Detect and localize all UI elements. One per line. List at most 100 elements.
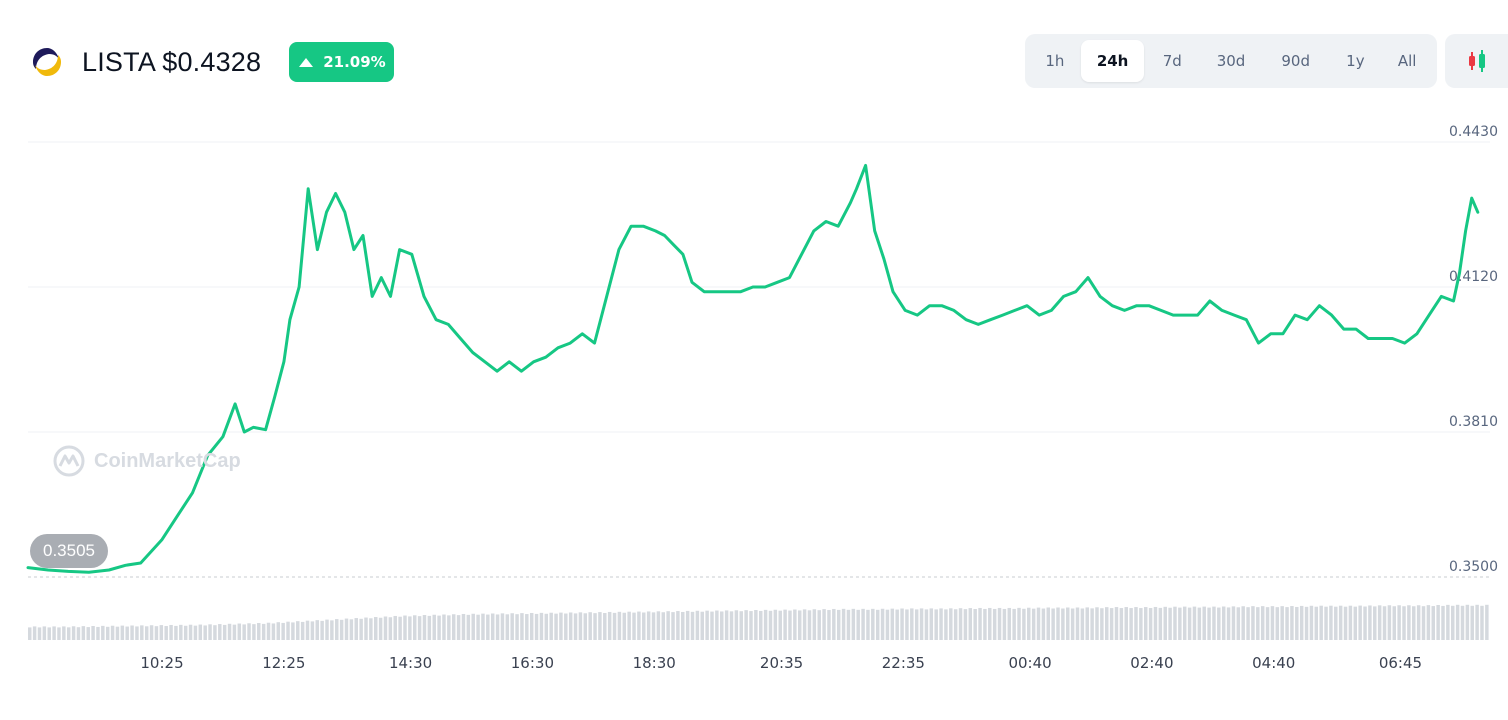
volume-bar bbox=[451, 614, 456, 640]
volume-bar bbox=[140, 625, 144, 640]
volume-bar bbox=[505, 614, 510, 640]
volume-bar bbox=[900, 608, 904, 640]
volume-bar bbox=[76, 627, 81, 640]
volume-bar bbox=[1256, 607, 1260, 640]
volume-bar bbox=[988, 607, 992, 640]
volume-bar bbox=[1075, 607, 1080, 640]
volume-bar bbox=[1358, 605, 1362, 640]
volume-bar bbox=[310, 621, 315, 640]
volume-bar bbox=[895, 609, 899, 640]
price-chart: 0.44300.41200.38100.350010:25 12:25 14:30 1… bbox=[26, 124, 1498, 672]
volume-bar bbox=[797, 610, 802, 640]
coinmarketcap-logo-icon bbox=[53, 445, 85, 477]
volume-bar bbox=[851, 608, 856, 640]
volume-bar bbox=[544, 613, 549, 640]
volume-bar bbox=[481, 613, 485, 640]
volume-bar bbox=[588, 612, 592, 640]
volume-bar bbox=[188, 624, 193, 640]
volume-bar bbox=[778, 610, 782, 640]
volume-bar bbox=[1182, 606, 1187, 640]
volume-bar bbox=[1226, 607, 1231, 640]
volume-bar bbox=[890, 608, 895, 640]
volume-bar bbox=[568, 612, 573, 640]
volume-bar bbox=[681, 611, 685, 640]
volume-bar bbox=[47, 627, 51, 640]
volume-bar bbox=[266, 622, 271, 640]
volume-bar bbox=[1173, 606, 1177, 640]
volume-bar bbox=[91, 626, 95, 640]
volume-bar bbox=[1192, 606, 1197, 640]
volume-bar bbox=[1114, 607, 1119, 640]
volume-bar bbox=[1480, 605, 1484, 640]
volume-bar bbox=[412, 615, 417, 640]
volume-bar bbox=[817, 610, 821, 640]
x-tick-label: 00:40 bbox=[1008, 654, 1051, 672]
volume-bar bbox=[914, 609, 919, 640]
volume-bar bbox=[203, 625, 207, 640]
volume-bar bbox=[490, 613, 495, 640]
volume-bar bbox=[963, 609, 968, 640]
volume-bar bbox=[1153, 606, 1158, 640]
volume-bar bbox=[339, 619, 344, 640]
volume-bar bbox=[403, 615, 407, 640]
volume-bar bbox=[1051, 608, 1055, 640]
volume-bar bbox=[154, 626, 159, 640]
volume-bar bbox=[759, 610, 763, 640]
volume-bar bbox=[710, 611, 714, 640]
volume-bar bbox=[149, 625, 154, 640]
volume-bar bbox=[549, 612, 553, 640]
volume-bar bbox=[861, 608, 865, 640]
volume-bar bbox=[1260, 606, 1265, 640]
volume-bar bbox=[1066, 607, 1070, 640]
volume-bar bbox=[812, 609, 817, 640]
volume-bar bbox=[529, 612, 534, 640]
volume-bar bbox=[1036, 607, 1041, 640]
volume-bar bbox=[1056, 607, 1060, 640]
volume-bar bbox=[325, 619, 329, 640]
volume-bar bbox=[1217, 607, 1221, 640]
volume-bar bbox=[286, 621, 290, 640]
volume-bar bbox=[408, 616, 412, 640]
volume-bar bbox=[315, 620, 319, 640]
volume-bar bbox=[646, 611, 651, 640]
volume-bar bbox=[919, 608, 924, 640]
volume-bar bbox=[983, 608, 987, 640]
volume-bar bbox=[1475, 604, 1479, 640]
volume-bar bbox=[1485, 604, 1489, 640]
volume-bar bbox=[281, 622, 285, 640]
volume-bar bbox=[1275, 607, 1280, 640]
volume-bar bbox=[52, 626, 56, 640]
volume-bar bbox=[661, 612, 666, 640]
volume-bar bbox=[86, 627, 90, 640]
volume-bar bbox=[559, 612, 563, 640]
volume-bar bbox=[754, 610, 758, 640]
volume-bar bbox=[705, 610, 709, 640]
volume-bar bbox=[1353, 606, 1358, 640]
volume-bar bbox=[247, 623, 251, 640]
volume-bar bbox=[827, 610, 831, 640]
volume-bar bbox=[944, 609, 948, 640]
volume-bar bbox=[1090, 608, 1094, 640]
volume-bar bbox=[910, 608, 914, 640]
volume-bar bbox=[1100, 608, 1104, 640]
volume-bar bbox=[1377, 605, 1382, 640]
volume-bar bbox=[461, 613, 466, 640]
volume-bar bbox=[1304, 606, 1309, 640]
volume-bar bbox=[836, 609, 841, 640]
volume-bar bbox=[715, 610, 719, 640]
volume-bar bbox=[208, 624, 212, 640]
volume-bar bbox=[929, 608, 934, 640]
volume-bar bbox=[427, 615, 432, 640]
volume-bar bbox=[252, 624, 256, 640]
volume-bar bbox=[632, 612, 636, 640]
volume-bar bbox=[958, 608, 963, 640]
volume-bar bbox=[1387, 605, 1392, 640]
volume-bar bbox=[1343, 606, 1348, 640]
volume-bar bbox=[432, 614, 436, 640]
volume-bar bbox=[1270, 606, 1275, 640]
volume-bar bbox=[1251, 606, 1255, 640]
volume-bar bbox=[1221, 606, 1226, 640]
volume-bar bbox=[193, 625, 198, 640]
volume-bar bbox=[724, 610, 729, 640]
y-tick-label: 0.4430 bbox=[1449, 124, 1498, 140]
